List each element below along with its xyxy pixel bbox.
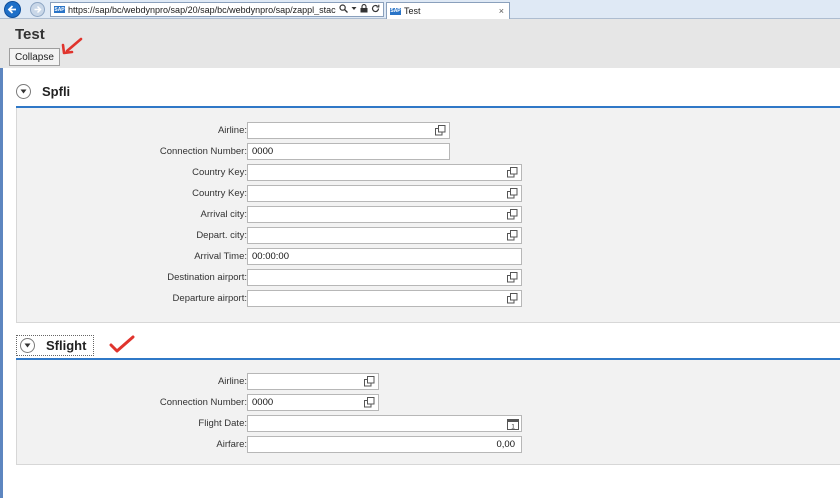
value-help-icon[interactable] [506, 166, 519, 179]
url-text[interactable]: https://sap/bc/webdynpro/sap/20/sap/bc/w… [68, 5, 336, 15]
field-label: Departure airport: [172, 293, 247, 304]
forward-button[interactable] [30, 2, 45, 17]
input-field[interactable] [247, 248, 522, 265]
field-label: Connection Number: [159, 397, 247, 408]
tab-close-icon[interactable]: × [499, 6, 509, 16]
form-row: Flight Date: 1 [17, 415, 840, 432]
value-help-icon[interactable] [506, 208, 519, 221]
field-label: Arrival city: [200, 209, 247, 220]
form-row: Airline: [17, 373, 840, 390]
collapse-button[interactable]: Collapse [9, 48, 60, 66]
input-field[interactable] [247, 164, 522, 181]
tab-title: Test [404, 6, 421, 16]
section-title: Sflight [46, 338, 87, 353]
input-field[interactable] [247, 373, 379, 390]
svg-text:1: 1 [511, 423, 515, 430]
section-body-sflight: Airline: Connection Number: Flight Date: 1 A… [16, 360, 840, 465]
section-header-sflight[interactable]: Sflight [16, 335, 95, 356]
browser-chrome: SAP https://sap/bc/webdynpro/sap/20/sap/… [0, 0, 840, 19]
form-row: Connection Number: [17, 394, 840, 411]
page-title: Test [15, 26, 45, 43]
search-icon[interactable] [339, 4, 348, 15]
form-row: Destination airport: [17, 269, 840, 286]
address-bar[interactable]: SAP https://sap/bc/webdynpro/sap/20/sap/… [50, 2, 384, 17]
input-field[interactable] [247, 143, 450, 160]
form-row: Airfare: [17, 436, 840, 453]
red-check-annotation [109, 335, 135, 353]
input-field[interactable] [247, 415, 522, 432]
section-header-spfli[interactable]: Spfli [16, 84, 70, 99]
value-help-icon[interactable] [363, 375, 376, 388]
field-label: Airline: [217, 125, 247, 136]
page-header: Test Collapse [0, 19, 840, 68]
form-row: Country Key: [17, 185, 840, 202]
form-row: Airline: [17, 122, 840, 139]
input-field[interactable] [247, 185, 522, 202]
form-row: Country Key: [17, 164, 840, 181]
input-field[interactable] [247, 269, 522, 286]
value-help-icon[interactable] [506, 292, 519, 305]
value-help-icon[interactable] [363, 396, 376, 409]
field-label: Arrival Time: [194, 251, 247, 262]
expand-toggle-icon[interactable] [16, 84, 31, 99]
value-help-icon[interactable] [506, 187, 519, 200]
value-help-icon[interactable] [506, 271, 519, 284]
back-arrow-icon [7, 5, 16, 14]
form-row: Arrival city: [17, 206, 840, 223]
input-field[interactable] [247, 290, 522, 307]
field-label: Flight Date: [198, 418, 247, 429]
back-button[interactable] [4, 1, 21, 18]
input-field[interactable] [247, 122, 450, 139]
expand-toggle-icon[interactable] [20, 338, 35, 353]
left-window-edge [0, 19, 3, 498]
browser-tab[interactable]: SAP Test × [386, 2, 510, 19]
form-row: Connection Number: [17, 143, 840, 160]
section-body-spfli: Airline: Connection Number: Country Key: Co… [16, 108, 840, 323]
calendar-icon[interactable]: 1 [506, 417, 519, 430]
value-help-icon[interactable] [506, 229, 519, 242]
input-field[interactable] [247, 227, 522, 244]
value-help-icon[interactable] [434, 124, 447, 137]
input-field[interactable] [247, 206, 522, 223]
field-label: Destination airport: [167, 272, 247, 283]
field-label: Airfare: [216, 439, 247, 450]
lock-icon[interactable] [360, 4, 368, 15]
field-label: Airline: [217, 376, 247, 387]
sap-logo-icon: SAP [54, 6, 65, 13]
tab-sap-logo-icon: SAP [390, 7, 401, 15]
forward-arrow-icon [34, 5, 42, 14]
input-field[interactable] [247, 436, 522, 453]
section-title: Spfli [42, 84, 71, 99]
form-row: Departure airport: [17, 290, 840, 307]
field-label: Connection Number: [159, 146, 247, 157]
form-row: Depart. city: [17, 227, 840, 244]
refresh-icon[interactable] [371, 4, 380, 15]
red-arrow-annotation [61, 37, 83, 55]
field-label: Country Key: [192, 167, 247, 178]
input-field[interactable] [247, 394, 379, 411]
field-label: Country Key: [192, 188, 247, 199]
dropdown-icon[interactable] [351, 4, 357, 15]
form-row: Arrival Time: [17, 248, 840, 265]
field-label: Depart. city: [196, 230, 247, 241]
